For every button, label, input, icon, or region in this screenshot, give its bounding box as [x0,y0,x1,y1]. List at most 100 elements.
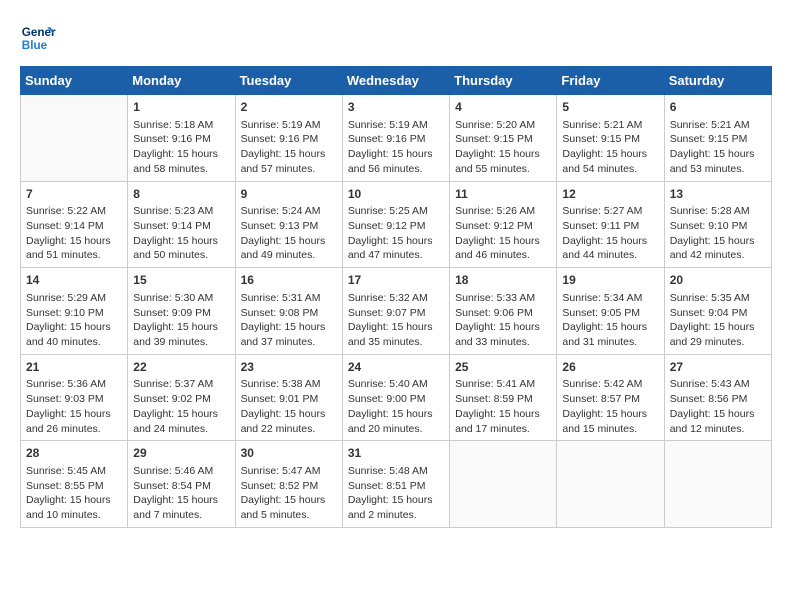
day-number: 27 [670,359,766,376]
day-info-line: Sunset: 9:15 PM [455,132,551,147]
day-info-line: and 10 minutes. [26,508,122,523]
day-info-line: Sunrise: 5:40 AM [348,377,444,392]
day-info-line: and 7 minutes. [133,508,229,523]
day-info-line: Sunset: 9:16 PM [133,132,229,147]
day-info-line: Sunrise: 5:36 AM [26,377,122,392]
day-info-line: Sunset: 9:10 PM [670,219,766,234]
day-info-line: and 2 minutes. [348,508,444,523]
day-info-line: Sunset: 9:01 PM [241,392,337,407]
day-info-line: Sunset: 9:04 PM [670,306,766,321]
calendar-cell: 2Sunrise: 5:19 AMSunset: 9:16 PMDaylight… [235,95,342,182]
day-info-line: Sunrise: 5:33 AM [455,291,551,306]
day-number: 28 [26,445,122,462]
day-info-line: Daylight: 15 hours [562,234,658,249]
day-number: 5 [562,99,658,116]
day-info-line: Daylight: 15 hours [133,407,229,422]
calendar-week-row: 21Sunrise: 5:36 AMSunset: 9:03 PMDayligh… [21,354,772,441]
day-number: 26 [562,359,658,376]
day-info-line: Sunset: 9:10 PM [26,306,122,321]
day-info-line: Daylight: 15 hours [348,320,444,335]
day-info-line: Sunset: 9:06 PM [455,306,551,321]
day-info-line: Sunset: 8:55 PM [26,479,122,494]
day-info-line: and 15 minutes. [562,422,658,437]
weekday-header-sunday: Sunday [21,67,128,95]
day-info-line: and 35 minutes. [348,335,444,350]
day-info-line: and 47 minutes. [348,248,444,263]
day-number: 20 [670,272,766,289]
day-info-line: Sunrise: 5:23 AM [133,204,229,219]
day-info-line: and 29 minutes. [670,335,766,350]
day-info-line: and 54 minutes. [562,162,658,177]
day-info-line: Sunrise: 5:28 AM [670,204,766,219]
day-number: 16 [241,272,337,289]
day-info-line: Sunrise: 5:19 AM [241,118,337,133]
weekday-header-friday: Friday [557,67,664,95]
day-info-line: Sunrise: 5:18 AM [133,118,229,133]
day-info-line: Sunset: 9:12 PM [455,219,551,234]
day-info-line: Daylight: 15 hours [26,320,122,335]
calendar-cell: 3Sunrise: 5:19 AMSunset: 9:16 PMDaylight… [342,95,449,182]
day-info-line: and 46 minutes. [455,248,551,263]
day-info-line: and 49 minutes. [241,248,337,263]
day-info-line: and 33 minutes. [455,335,551,350]
calendar-cell: 19Sunrise: 5:34 AMSunset: 9:05 PMDayligh… [557,268,664,355]
page-header: General Blue [20,20,772,56]
day-info-line: Daylight: 15 hours [670,320,766,335]
day-info-line: and 39 minutes. [133,335,229,350]
day-number: 25 [455,359,551,376]
day-info-line: Sunrise: 5:35 AM [670,291,766,306]
weekday-header-row: SundayMondayTuesdayWednesdayThursdayFrid… [21,67,772,95]
day-info-line: and 5 minutes. [241,508,337,523]
calendar-cell [21,95,128,182]
day-info-line: Sunset: 9:15 PM [670,132,766,147]
calendar-cell: 14Sunrise: 5:29 AMSunset: 9:10 PMDayligh… [21,268,128,355]
calendar-cell: 26Sunrise: 5:42 AMSunset: 8:57 PMDayligh… [557,354,664,441]
day-info-line: Sunrise: 5:46 AM [133,464,229,479]
day-number: 21 [26,359,122,376]
logo-icon: General Blue [20,20,56,56]
calendar-cell: 5Sunrise: 5:21 AMSunset: 9:15 PMDaylight… [557,95,664,182]
day-info-line: Sunrise: 5:26 AM [455,204,551,219]
calendar-cell: 20 Sunrise: 5:35 AMSunset: 9:04 PMDayligh… [664,268,771,355]
calendar-cell [664,441,771,528]
day-info-line: Sunrise: 5:30 AM [133,291,229,306]
day-number: 9 [241,186,337,203]
day-info-line: Daylight: 15 hours [133,320,229,335]
day-info-line: Sunrise: 5:24 AM [241,204,337,219]
day-number: 7 [26,186,122,203]
weekday-header-wednesday: Wednesday [342,67,449,95]
day-info-line: and 42 minutes. [670,248,766,263]
day-info-line: Sunset: 8:54 PM [133,479,229,494]
day-info-line: and 31 minutes. [562,335,658,350]
calendar-cell: 6Sunrise: 5:21 AMSunset: 9:15 PMDaylight… [664,95,771,182]
day-info-line: Daylight: 15 hours [133,234,229,249]
day-info-line: Daylight: 15 hours [133,493,229,508]
day-info-line: Sunset: 9:09 PM [133,306,229,321]
day-info-line: Daylight: 15 hours [348,234,444,249]
day-info-line: Daylight: 15 hours [241,320,337,335]
day-number: 1 [133,99,229,116]
calendar-cell: 23Sunrise: 5:38 AMSunset: 9:01 PMDayligh… [235,354,342,441]
calendar-cell: 13Sunrise: 5:28 AMSunset: 9:10 PMDayligh… [664,181,771,268]
day-info-line: Sunrise: 5:21 AM [670,118,766,133]
day-info-line: and 51 minutes. [26,248,122,263]
calendar-table: SundayMondayTuesdayWednesdayThursdayFrid… [20,66,772,528]
day-info-line: Daylight: 15 hours [562,407,658,422]
day-info-line: Sunrise: 5:34 AM [562,291,658,306]
day-number: 4 [455,99,551,116]
day-info-line: and 56 minutes. [348,162,444,177]
day-info-line: Sunrise: 5:45 AM [26,464,122,479]
calendar-cell: 4Sunrise: 5:20 AMSunset: 9:15 PMDaylight… [450,95,557,182]
day-info-line: Sunset: 9:15 PM [562,132,658,147]
calendar-cell: 12Sunrise: 5:27 AMSunset: 9:11 PMDayligh… [557,181,664,268]
day-info-line: Sunset: 8:59 PM [455,392,551,407]
calendar-cell: 9Sunrise: 5:24 AMSunset: 9:13 PMDaylight… [235,181,342,268]
calendar-cell: 8Sunrise: 5:23 AMSunset: 9:14 PMDaylight… [128,181,235,268]
day-info-line: Sunset: 9:08 PM [241,306,337,321]
day-info-line: Daylight: 15 hours [241,147,337,162]
day-number: 22 [133,359,229,376]
day-number: 14 [26,272,122,289]
day-info-line: Daylight: 15 hours [241,234,337,249]
day-info-line: Sunrise: 5:32 AM [348,291,444,306]
day-info-line: Sunset: 9:16 PM [348,132,444,147]
